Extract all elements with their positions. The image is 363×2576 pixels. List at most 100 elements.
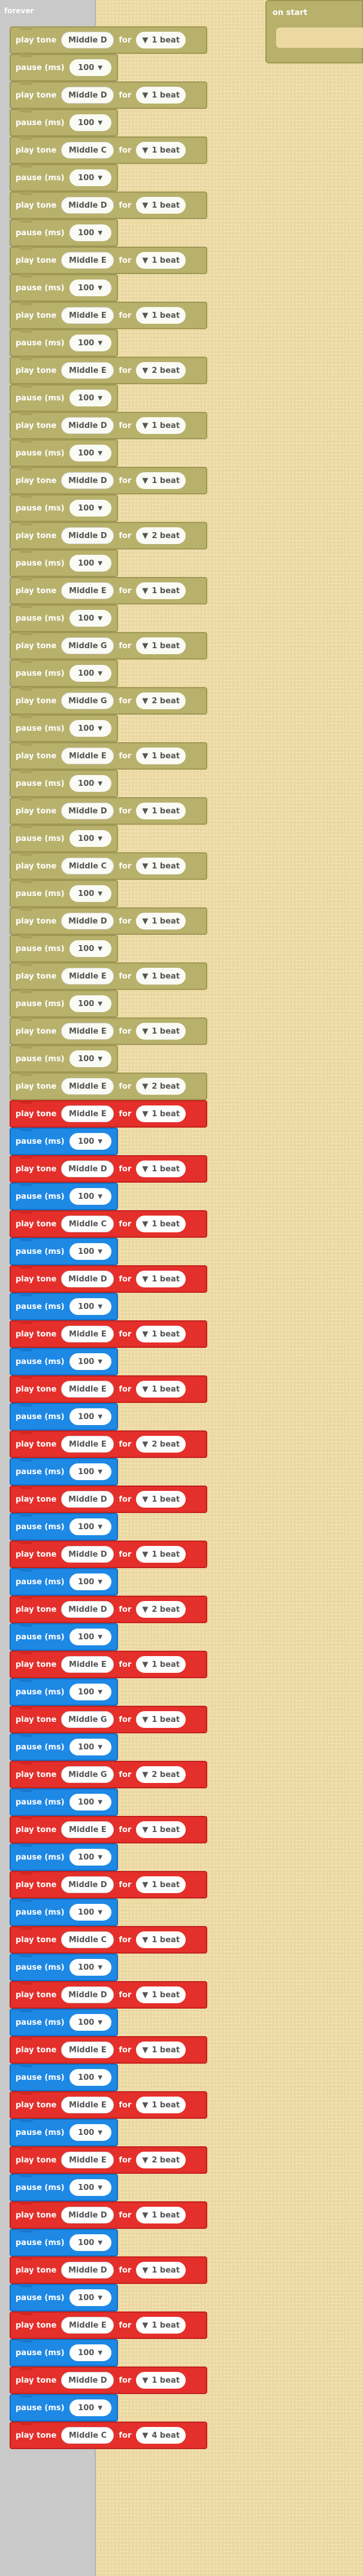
pause-block[interactable]: pause (ms) 100 ▼	[10, 660, 118, 687]
pause-duration-dropdown[interactable]: 100 ▼	[69, 2124, 111, 2141]
pause-block[interactable]: pause (ms) 100 ▼	[10, 164, 118, 192]
pause-block[interactable]: pause (ms) 100 ▼	[10, 329, 118, 357]
beat-dropdown[interactable]: ▼ 1 beat	[136, 1161, 186, 1177]
pause-duration-dropdown[interactable]: 100 ▼	[69, 1353, 111, 1370]
play-tone-block[interactable]: play tone Middle E for ▼ 1 beat	[10, 1320, 207, 1348]
play-tone-block[interactable]: play tone Middle D for ▼ 1 beat	[10, 192, 207, 219]
pause-block[interactable]: pause (ms) 100 ▼	[10, 2064, 118, 2091]
beat-dropdown[interactable]: ▼ 1 beat	[136, 2097, 186, 2113]
note-picker[interactable]: Middle D	[61, 913, 114, 929]
pause-duration-dropdown[interactable]: 100 ▼	[69, 59, 111, 76]
play-tone-block[interactable]: play tone Middle E for ▼ 1 beat	[10, 1816, 207, 1843]
pause-duration-dropdown[interactable]: 100 ▼	[69, 1794, 111, 1811]
pause-duration-dropdown[interactable]: 100 ▼	[69, 2234, 111, 2251]
pause-block[interactable]: pause (ms) 100 ▼	[10, 770, 118, 797]
beat-dropdown[interactable]: ▼ 1 beat	[136, 1931, 186, 1948]
beat-dropdown[interactable]: ▼ 1 beat	[136, 2262, 186, 2279]
pause-duration-dropdown[interactable]: 100 ▼	[69, 610, 111, 627]
beat-dropdown[interactable]: ▼ 1 beat	[136, 142, 186, 159]
pause-block[interactable]: pause (ms) 100 ▼	[10, 990, 118, 1017]
note-picker[interactable]: Middle E	[61, 2152, 114, 2168]
on-start-block[interactable]: on start	[265, 0, 363, 63]
note-picker[interactable]: Middle E	[61, 582, 114, 599]
note-picker[interactable]: Middle E	[61, 252, 114, 269]
note-picker[interactable]: Middle E	[61, 1078, 114, 1095]
beat-dropdown[interactable]: ▼ 1 beat	[136, 1546, 186, 1563]
note-picker[interactable]: Middle D	[61, 1986, 114, 2003]
play-tone-block[interactable]: play tone Middle D for ▼ 2 beat	[10, 522, 207, 549]
pause-duration-dropdown[interactable]: 100 ▼	[69, 885, 111, 902]
beat-dropdown[interactable]: ▼ 1 beat	[136, 1326, 186, 1342]
pause-block[interactable]: pause (ms) 100 ▼	[10, 1238, 118, 1265]
pause-block[interactable]: pause (ms) 100 ▼	[10, 1513, 118, 1541]
play-tone-block[interactable]: play tone Middle E for ▼ 2 beat	[10, 1430, 207, 1458]
play-tone-block[interactable]: play tone Middle C for ▼ 1 beat	[10, 852, 207, 880]
note-picker[interactable]: Middle D	[61, 2372, 114, 2389]
pause-duration-dropdown[interactable]: 100 ▼	[69, 1739, 111, 1755]
play-tone-block[interactable]: play tone Middle D for ▼ 1 beat	[10, 467, 207, 494]
beat-dropdown[interactable]: ▼ 1 beat	[136, 858, 186, 874]
play-tone-block[interactable]: play tone Middle G for ▼ 1 beat	[10, 632, 207, 660]
pause-duration-dropdown[interactable]: 100 ▼	[69, 555, 111, 572]
play-tone-block[interactable]: play tone Middle E for ▼ 1 beat	[10, 742, 207, 770]
pause-duration-dropdown[interactable]: 100 ▼	[69, 1050, 111, 1067]
pause-block[interactable]: pause (ms) 100 ▼	[10, 2339, 118, 2367]
play-tone-block[interactable]: play tone Middle D for ▼ 1 beat	[10, 81, 207, 109]
note-picker[interactable]: Middle D	[61, 417, 114, 434]
pause-block[interactable]: pause (ms) 100 ▼	[10, 384, 118, 412]
note-picker[interactable]: Middle D	[61, 197, 114, 214]
note-picker[interactable]: Middle E	[61, 2317, 114, 2334]
play-tone-block[interactable]: play tone Middle E for ▼ 1 beat	[10, 2091, 207, 2119]
pause-block[interactable]: pause (ms) 100 ▼	[10, 54, 118, 81]
play-tone-block[interactable]: play tone Middle G for ▼ 2 beat	[10, 687, 207, 715]
beat-dropdown[interactable]: ▼ 2 beat	[136, 1601, 186, 1618]
note-picker[interactable]: Middle E	[61, 2042, 114, 2058]
pause-duration-dropdown[interactable]: 100 ▼	[69, 2399, 111, 2416]
beat-dropdown[interactable]: ▼ 1 beat	[136, 1105, 186, 1122]
play-tone-block[interactable]: play tone Middle D for ▼ 1 beat	[10, 412, 207, 439]
note-picker[interactable]: Middle D	[61, 472, 114, 489]
note-picker[interactable]: Middle E	[61, 2097, 114, 2113]
pause-block[interactable]: pause (ms) 100 ▼	[10, 1128, 118, 1155]
pause-duration-dropdown[interactable]: 100 ▼	[69, 720, 111, 737]
note-picker[interactable]: Middle E	[61, 968, 114, 985]
pause-block[interactable]: pause (ms) 100 ▼	[10, 935, 118, 962]
pause-duration-dropdown[interactable]: 100 ▼	[69, 1133, 111, 1150]
pause-duration-dropdown[interactable]: 100 ▼	[69, 775, 111, 792]
pause-duration-dropdown[interactable]: 100 ▼	[69, 2179, 111, 2196]
beat-dropdown[interactable]: ▼ 1 beat	[136, 197, 186, 214]
pause-block[interactable]: pause (ms) 100 ▼	[10, 1623, 118, 1651]
beat-dropdown[interactable]: ▼ 4 beat	[136, 2427, 186, 2444]
play-tone-block[interactable]: play tone Middle G for ▼ 1 beat	[10, 1706, 207, 1733]
note-picker[interactable]: Middle D	[61, 2262, 114, 2279]
play-tone-block[interactable]: play tone Middle C for ▼ 4 beat	[10, 2422, 207, 2449]
pause-duration-dropdown[interactable]: 100 ▼	[69, 1243, 111, 1260]
note-picker[interactable]: Middle D	[61, 1546, 114, 1563]
note-picker[interactable]: Middle D	[61, 1161, 114, 1177]
pause-block[interactable]: pause (ms) 100 ▼	[10, 439, 118, 467]
pause-block[interactable]: pause (ms) 100 ▼	[10, 880, 118, 907]
beat-dropdown[interactable]: ▼ 1 beat	[136, 913, 186, 929]
beat-dropdown[interactable]: ▼ 2 beat	[136, 692, 186, 709]
pause-block[interactable]: pause (ms) 100 ▼	[10, 2119, 118, 2146]
play-tone-block[interactable]: play tone Middle D for ▼ 1 beat	[10, 1265, 207, 1293]
note-picker[interactable]: Middle C	[61, 858, 114, 874]
pause-duration-dropdown[interactable]: 100 ▼	[69, 280, 111, 296]
pause-block[interactable]: pause (ms) 100 ▼	[10, 1293, 118, 1320]
pause-block[interactable]: pause (ms) 100 ▼	[10, 1348, 118, 1375]
pause-block[interactable]: pause (ms) 100 ▼	[10, 2394, 118, 2422]
play-tone-block[interactable]: play tone Middle D for ▼ 1 beat	[10, 2256, 207, 2284]
beat-dropdown[interactable]: ▼ 1 beat	[136, 1876, 186, 1893]
play-tone-block[interactable]: play tone Middle E for ▼ 1 beat	[10, 577, 207, 604]
play-tone-block[interactable]: play tone Middle D for ▼ 1 beat	[10, 1486, 207, 1513]
pause-block[interactable]: pause (ms) 100 ▼	[10, 274, 118, 302]
note-picker[interactable]: Middle E	[61, 1023, 114, 1040]
play-tone-block[interactable]: play tone Middle E for ▼ 1 beat	[10, 962, 207, 990]
beat-dropdown[interactable]: ▼ 1 beat	[136, 307, 186, 324]
play-tone-block[interactable]: play tone Middle C for ▼ 1 beat	[10, 1926, 207, 1954]
note-picker[interactable]: Middle C	[61, 1931, 114, 1948]
beat-dropdown[interactable]: ▼ 1 beat	[136, 1216, 186, 1232]
beat-dropdown[interactable]: ▼ 2 beat	[136, 1078, 186, 1095]
pause-block[interactable]: pause (ms) 100 ▼	[10, 1733, 118, 1761]
pause-duration-dropdown[interactable]: 100 ▼	[69, 224, 111, 241]
